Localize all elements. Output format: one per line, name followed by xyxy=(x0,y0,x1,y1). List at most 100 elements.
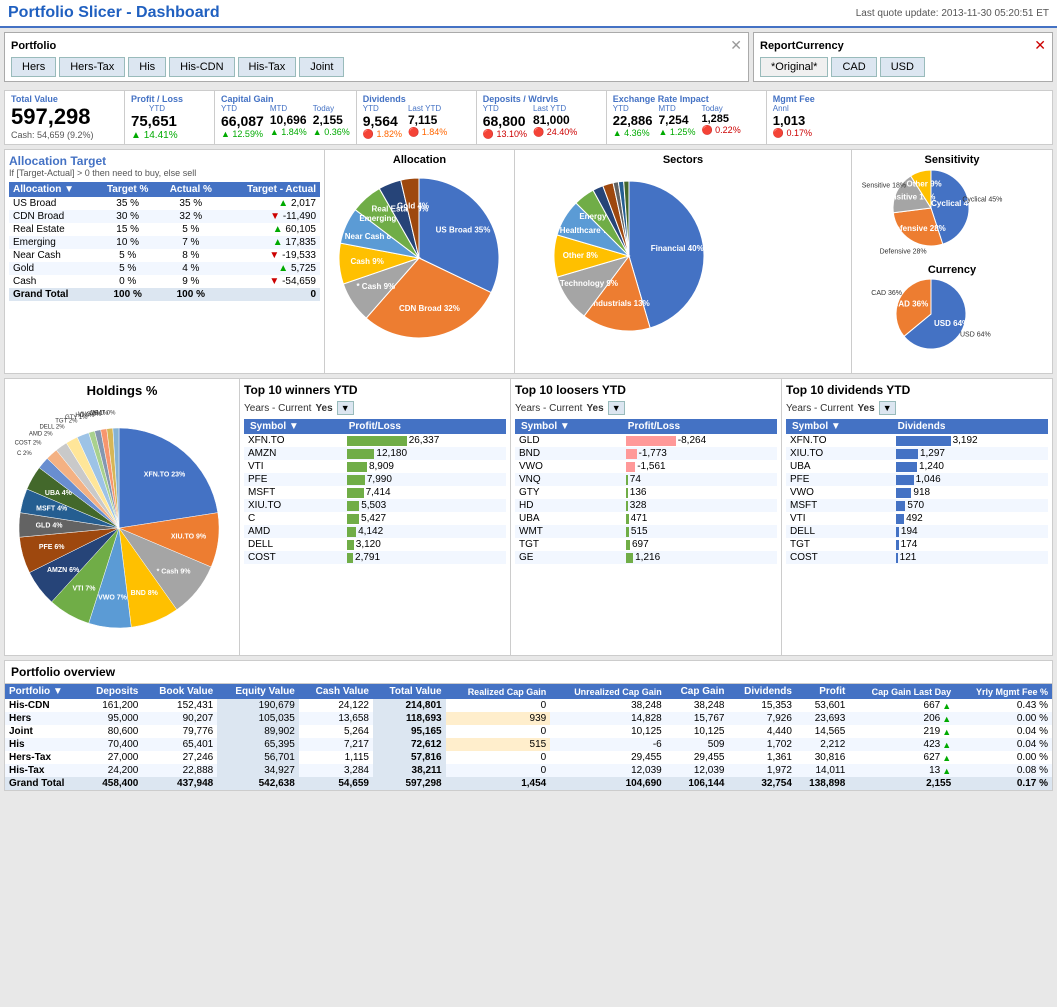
alloc-name: CDN Broad xyxy=(9,210,96,223)
svg-text:* Cash 9%: * Cash 9% xyxy=(157,569,192,576)
allocation-row: CDN Broad 30 % 32 % ▼ -11,490 xyxy=(9,210,320,223)
alloc-name: US Broad xyxy=(9,197,96,210)
dividends-row: VWO 918 xyxy=(786,486,1048,499)
ov-cash-value: 24,122 xyxy=(299,699,373,712)
ov-deposits: 70,400 xyxy=(82,738,143,751)
div-value: 3,192 xyxy=(892,434,1048,447)
ov-mgmt-fee: 0.00 % xyxy=(955,712,1052,725)
loosers-filter-btn[interactable]: ▼ xyxy=(608,401,625,415)
ov-mgmt-fee: 0.00 % xyxy=(955,751,1052,764)
winners-panel: Top 10 winners YTD Years - Current Yes ▼… xyxy=(240,379,511,655)
allocation-subtitle: If [Target-Actual] > 0 then need to buy,… xyxy=(9,168,320,178)
overview-title: Portfolio overview xyxy=(5,661,1052,684)
mgmt-fee-box: Mgmt Fee Annl 1,013 🔴 0.17% xyxy=(767,91,837,144)
alloc-actual: 9 % xyxy=(159,275,223,288)
exchange-rate-box: Exchange Rate Impact YTD 22,886 ▲ 4.36% … xyxy=(607,91,767,144)
alloc-diff: ▲ 2,017 xyxy=(223,197,320,210)
currency-button[interactable]: CAD xyxy=(831,57,876,77)
ov-realized-cap: 0 xyxy=(446,751,551,764)
portfolio-button[interactable]: His xyxy=(128,57,166,77)
div-value: 1,297 xyxy=(892,447,1048,460)
div-symbol: MSFT xyxy=(786,499,892,512)
dividends-box: Dividends YTD 9,564 🔴 1.82% Last YTD 7,1… xyxy=(357,91,477,144)
ov-book-value: 65,401 xyxy=(142,738,217,751)
loosers-row: TGT 697 xyxy=(515,538,777,551)
ov-equity-value: 56,701 xyxy=(217,751,299,764)
profit-loss-value: 75,651 xyxy=(131,113,183,130)
dividends-row: MSFT 570 xyxy=(786,499,1048,512)
overview-row: His-CDN 161,200 152,431 190,679 24,122 2… xyxy=(5,699,1052,712)
div-value: 121 xyxy=(892,551,1048,564)
alloc-diff: ▼ -54,659 xyxy=(223,275,320,288)
ov-equity-value: 34,927 xyxy=(217,764,299,777)
looser-value: 1,216 xyxy=(622,551,777,564)
portfolio-button[interactable]: His-CDN xyxy=(169,57,234,77)
ov-equity-value: 65,395 xyxy=(217,738,299,751)
winner-value: 12,180 xyxy=(343,447,506,460)
ov-total-book: 437,948 xyxy=(142,777,217,790)
div-symbol: UBA xyxy=(786,460,892,473)
portfolio-button[interactable]: Hers xyxy=(11,57,56,77)
div-symbol: XIU.TO xyxy=(786,447,892,460)
overview-row: His-Tax 24,200 22,888 34,927 3,284 38,21… xyxy=(5,764,1052,777)
ov-portfolio: His xyxy=(5,738,82,751)
ov-total-value: 95,165 xyxy=(373,725,446,738)
ov-dividends: 4,440 xyxy=(728,725,795,738)
loosers-row: VNQ 74 xyxy=(515,473,777,486)
capital-gain-box: Capital Gain YTD 66,087 ▲ 12.59% MTD 10,… xyxy=(215,91,357,144)
ov-cap-gain-last: 627 ▲ xyxy=(849,751,955,764)
allocation-row: Emerging 10 % 7 % ▲ 17,835 xyxy=(9,236,320,249)
ov-portfolio: Hers-Tax xyxy=(5,751,82,764)
ov-total-cap: 106,144 xyxy=(666,777,729,790)
svg-text:GLD 4%: GLD 4% xyxy=(36,523,64,530)
alloc-diff: ▼ -19,533 xyxy=(223,249,320,262)
ov-dividends: 1,361 xyxy=(728,751,795,764)
looser-value: -1,773 xyxy=(622,447,777,460)
portfolio-button[interactable]: Hers-Tax xyxy=(59,57,125,77)
ov-profit: 14,565 xyxy=(796,725,849,738)
sectors-pie-chart: Financial 40%Industrials 13%Technology 9… xyxy=(519,166,759,351)
winners-row: C 5,427 xyxy=(244,512,506,525)
winners-row: DELL 3,120 xyxy=(244,538,506,551)
header: Portfolio Slicer - Dashboard Last quote … xyxy=(0,0,1057,28)
ov-unrealized-cap: 38,248 xyxy=(550,699,666,712)
svg-text:Financial 40%: Financial 40% xyxy=(651,244,704,253)
dividends-row: COST 121 xyxy=(786,551,1048,564)
exchange-today: 1,285 xyxy=(701,113,740,125)
total-value-box: Total Value 597,298 Cash: 54,659 (9.2%) xyxy=(5,91,125,144)
currency-button[interactable]: USD xyxy=(880,57,925,77)
report-currency-panel: ReportCurrency ✕ *Original*CADUSD xyxy=(753,32,1053,82)
ov-cap-gain: 15,767 xyxy=(666,712,729,725)
looser-value: 697 xyxy=(622,538,777,551)
looser-symbol: BND xyxy=(515,447,622,460)
winner-value: 3,120 xyxy=(343,538,506,551)
alloc-actual: 32 % xyxy=(159,210,223,223)
profit-loss-box: Profit / Loss YTD 75,651 ▲ 14.41% xyxy=(125,91,215,144)
mgmt-fee-label: Mgmt Fee xyxy=(773,94,831,104)
winners-row: XIU.TO 5,503 xyxy=(244,499,506,512)
loosers-row: GLD -8,264 xyxy=(515,434,777,447)
alloc-name: Cash xyxy=(9,275,96,288)
loosers-row: WMT 515 xyxy=(515,525,777,538)
total-value-label: Total Value xyxy=(11,94,118,104)
ov-total-value: 38,211 xyxy=(373,764,446,777)
winner-value: 8,909 xyxy=(343,460,506,473)
overview-row: His 70,400 65,401 65,395 7,217 72,612 51… xyxy=(5,738,1052,751)
dividends-filter-btn[interactable]: ▼ xyxy=(879,401,896,415)
ov-cash-value: 1,115 xyxy=(299,751,373,764)
holdings-chart-area: Holdings % XFN.TO 23%XIU.TO 9%* Cash 9%B… xyxy=(5,379,240,655)
ov-profit: 2,212 xyxy=(796,738,849,751)
portfolio-button[interactable]: His-Tax xyxy=(238,57,297,77)
dividends-filter-label: Years - Current xyxy=(786,403,853,414)
ov-portfolio: His-Tax xyxy=(5,764,82,777)
ov-equity-value: 105,035 xyxy=(217,712,299,725)
winners-filter-btn[interactable]: ▼ xyxy=(337,401,354,415)
portfolio-close-icon[interactable]: ✕ xyxy=(730,37,742,54)
currency-button[interactable]: *Original* xyxy=(760,57,828,77)
portfolio-button[interactable]: Joint xyxy=(299,57,344,77)
ov-cash-value: 5,264 xyxy=(299,725,373,738)
report-currency-close-icon[interactable]: ✕ xyxy=(1034,37,1046,54)
svg-text:Sensitive 18%: Sensitive 18% xyxy=(862,183,906,190)
loosers-row: UBA 471 xyxy=(515,512,777,525)
ov-cap-gain-last: 206 ▲ xyxy=(849,712,955,725)
